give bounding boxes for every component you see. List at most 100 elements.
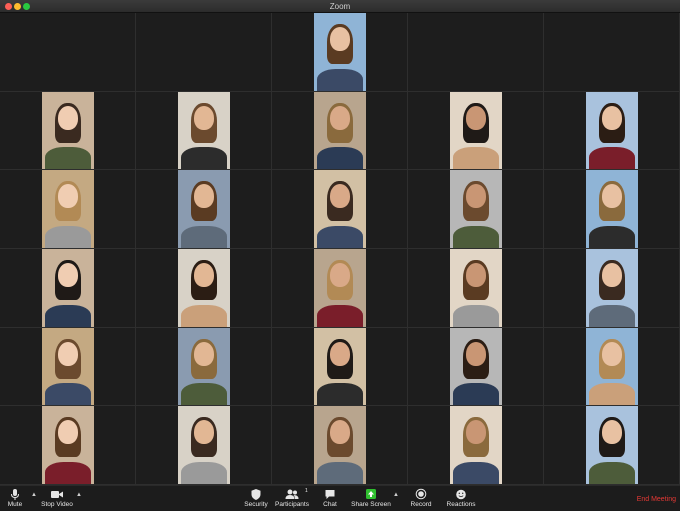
video-tile[interactable]: [272, 13, 408, 92]
participant-video-feed: [585, 327, 638, 406]
participant-shirt: [180, 225, 227, 248]
video-tile[interactable]: [136, 327, 272, 407]
participant-shirt: [316, 383, 363, 406]
video-tile[interactable]: [272, 170, 408, 249]
window-title: Zoom: [329, 2, 351, 11]
video-tile[interactable]: [544, 91, 680, 171]
stop-video-label: Stop Video: [41, 501, 73, 508]
video-tile[interactable]: [0, 327, 136, 407]
video-tile[interactable]: [0, 170, 136, 249]
share-options-caret[interactable]: ▲: [393, 492, 399, 498]
video-tile[interactable]: [0, 91, 136, 171]
participant-shirt: [452, 147, 499, 170]
video-tile[interactable]: [408, 406, 544, 485]
video-tile[interactable]: [272, 327, 408, 407]
video-tile[interactable]: [136, 170, 272, 249]
video-tile[interactable]: [408, 170, 544, 249]
gallery-view-grid: [0, 13, 680, 485]
mute-button[interactable]: Mute: [4, 488, 26, 511]
video-tile[interactable]: [408, 249, 544, 328]
audio-options-caret[interactable]: ▲: [31, 492, 37, 498]
participant-shirt: [316, 147, 363, 170]
participant-face: [465, 184, 486, 209]
participant-shirt: [452, 225, 499, 248]
video-tile[interactable]: [272, 91, 408, 171]
chat-label: Chat: [323, 501, 337, 508]
participant-video-feed: [585, 406, 638, 484]
video-tile[interactable]: [408, 327, 544, 407]
participant-video-feed: [313, 327, 366, 406]
participant-face: [601, 341, 622, 366]
participant-video-feed: [313, 249, 366, 327]
video-tile[interactable]: [272, 406, 408, 485]
participant-video-feed: [449, 91, 502, 170]
participant-face: [601, 420, 622, 445]
video-tile[interactable]: [544, 13, 680, 92]
security-label: Security: [244, 501, 268, 508]
video-options-caret[interactable]: ▲: [76, 492, 82, 498]
video-tile[interactable]: [136, 249, 272, 328]
end-meeting-button[interactable]: End Meeting: [637, 495, 676, 504]
participant-shirt: [180, 461, 227, 484]
video-tile[interactable]: [136, 406, 272, 485]
participant-shirt: [44, 461, 91, 484]
participant-face: [329, 184, 350, 209]
participant-shirt: [452, 383, 499, 406]
chat-bubble-icon: [325, 490, 335, 499]
participant-face: [601, 262, 622, 287]
participant-shirt: [180, 383, 227, 406]
participant-face: [601, 105, 622, 130]
participant-face: [329, 105, 350, 130]
participant-face: [57, 262, 78, 287]
participant-face: [57, 420, 78, 445]
participant-face: [193, 105, 214, 130]
record-button[interactable]: Record: [409, 488, 433, 511]
participant-video-feed: [449, 249, 502, 327]
video-tile[interactable]: [544, 249, 680, 328]
participant-shirt: [44, 304, 91, 327]
participant-video-feed: [41, 91, 94, 170]
share-screen-button[interactable]: Share Screen: [351, 488, 391, 511]
video-tile[interactable]: [0, 406, 136, 485]
video-tile[interactable]: [272, 249, 408, 328]
video-tile[interactable]: [408, 91, 544, 171]
video-tile[interactable]: [0, 13, 136, 92]
participant-video-feed: [177, 327, 230, 406]
participant-face: [329, 420, 350, 445]
video-tile[interactable]: [544, 406, 680, 485]
participant-video-feed: [41, 327, 94, 406]
participant-shirt: [180, 147, 227, 170]
reactions-button[interactable]: Reactions: [446, 488, 476, 511]
participant-face: [465, 341, 486, 366]
mute-label: Mute: [7, 501, 23, 508]
video-camera-icon: [51, 491, 63, 498]
security-button[interactable]: Security: [243, 488, 269, 511]
participant-video-feed: [313, 170, 366, 248]
participant-face: [329, 262, 350, 287]
participant-face: [193, 184, 214, 209]
participant-shirt: [588, 147, 635, 170]
participant-face: [193, 262, 214, 287]
reactions-label: Reactions: [446, 501, 476, 508]
participant-face: [57, 341, 78, 366]
participant-shirt: [316, 461, 363, 484]
participant-shirt: [588, 383, 635, 406]
participant-shirt: [588, 461, 635, 484]
video-tile[interactable]: [544, 170, 680, 249]
video-tile[interactable]: [136, 13, 272, 92]
video-tile[interactable]: [544, 327, 680, 407]
microphone-icon: [11, 489, 19, 500]
video-tile[interactable]: [136, 91, 272, 171]
stop-video-button[interactable]: Stop Video: [40, 488, 74, 511]
video-tile[interactable]: [0, 249, 136, 328]
video-tile[interactable]: [408, 13, 544, 92]
participant-shirt: [588, 225, 635, 248]
participant-video-feed: [585, 170, 638, 248]
meeting-toolbar: Mute ▲ Stop Video ▲ Security 1 Participa…: [0, 485, 680, 511]
participant-video-feed: [313, 13, 366, 91]
participant-video-feed: [449, 170, 502, 248]
participants-button[interactable]: 1 Participants: [275, 488, 309, 511]
participant-video-feed: [177, 170, 230, 248]
participant-video-feed: [449, 327, 502, 406]
chat-button[interactable]: Chat: [321, 488, 339, 511]
